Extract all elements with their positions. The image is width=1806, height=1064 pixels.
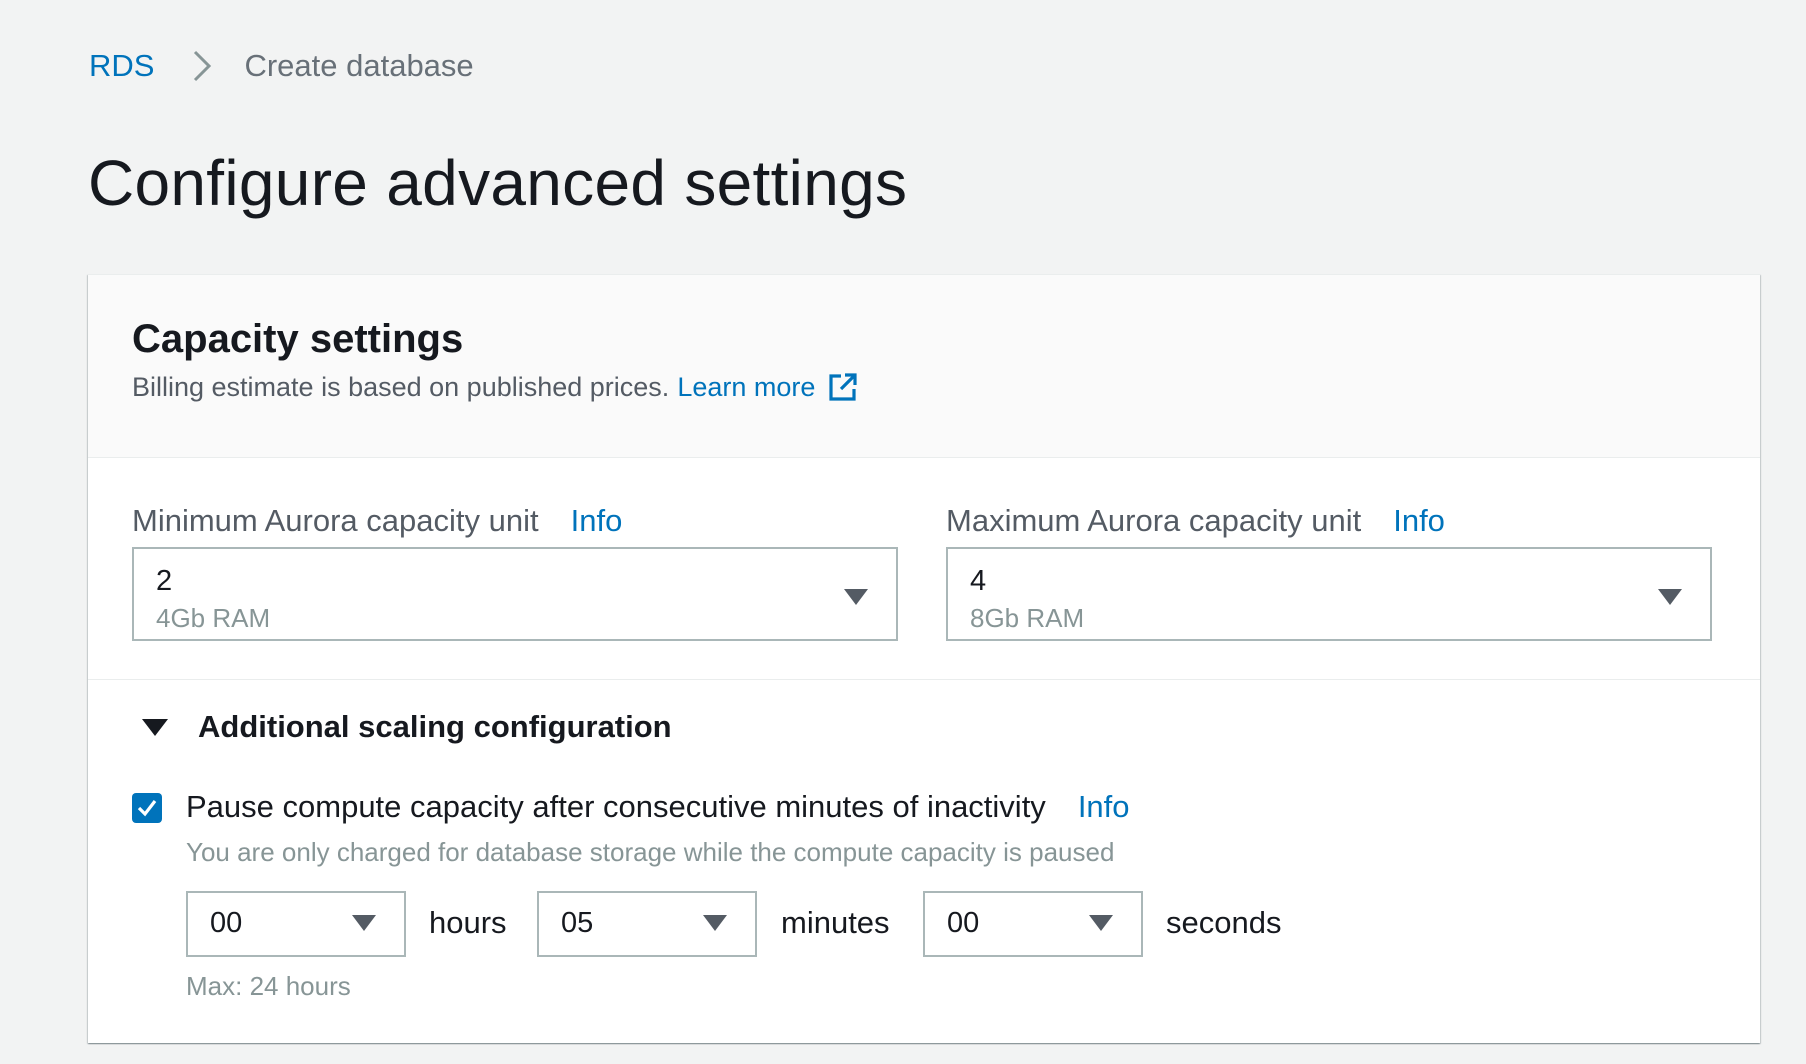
pause-capacity-label: Pause compute capacity after consecutive… [186, 789, 1130, 825]
page-title: Configure advanced settings [88, 147, 908, 219]
minutes-select[interactable]: 05 [537, 891, 757, 957]
max-capacity-label-text: Maximum Aurora capacity unit [946, 503, 1362, 538]
min-capacity-label-text: Minimum Aurora capacity unit [132, 503, 539, 538]
hours-value: 00 [210, 907, 243, 939]
seconds-unit-label: seconds [1166, 905, 1282, 940]
minutes-unit-label: minutes [781, 905, 890, 940]
caret-down-icon [1089, 915, 1113, 931]
pause-capacity-label-text: Pause compute capacity after consecutive… [186, 789, 1046, 824]
max-hours-note: Max: 24 hours [186, 971, 351, 1001]
caret-down-icon [844, 589, 868, 605]
pause-capacity-description: You are only charged for database storag… [186, 837, 1115, 867]
seconds-value: 00 [947, 907, 980, 939]
min-capacity-label: Minimum Aurora capacity unit Info [132, 503, 622, 539]
caret-down-icon [142, 718, 168, 736]
minutes-value: 05 [561, 907, 594, 939]
seconds-select[interactable]: 00 [923, 891, 1143, 957]
chevron-right-icon [182, 46, 222, 86]
section-divider [88, 679, 1760, 680]
additional-scaling-title: Additional scaling configuration [198, 709, 672, 744]
caret-down-icon [1658, 589, 1682, 605]
min-capacity-ram: 4Gb RAM [156, 603, 271, 633]
min-capacity-select[interactable]: 2 4Gb RAM [132, 547, 898, 641]
max-capacity-info-link[interactable]: Info [1393, 503, 1445, 539]
panel-header: Capacity settings Billing estimate is ba… [88, 275, 1760, 458]
caret-down-icon [352, 915, 376, 931]
max-capacity-label: Maximum Aurora capacity unit Info [946, 503, 1445, 539]
min-capacity-value: 2 [156, 565, 173, 597]
caret-down-icon [703, 915, 727, 931]
panel-description: Billing estimate is based on published p… [132, 371, 859, 403]
learn-more-link[interactable]: Learn more [677, 372, 815, 403]
max-capacity-value: 4 [970, 565, 987, 597]
pause-capacity-checkbox[interactable] [132, 793, 162, 823]
breadcrumb-rds-link[interactable]: RDS [89, 48, 154, 84]
billing-description: Billing estimate is based on published p… [132, 371, 670, 402]
pause-capacity-info-link[interactable]: Info [1078, 789, 1130, 825]
max-capacity-select[interactable]: 4 8Gb RAM [946, 547, 1712, 641]
hours-unit-label: hours [429, 905, 507, 940]
breadcrumb: RDS Create database [89, 46, 474, 86]
panel-title: Capacity settings [132, 317, 464, 361]
additional-scaling-expander[interactable]: Additional scaling configuration [142, 709, 672, 745]
min-capacity-info-link[interactable]: Info [571, 503, 623, 539]
check-icon [137, 800, 157, 817]
max-capacity-ram: 8Gb RAM [970, 603, 1085, 633]
breadcrumb-current: Create database [244, 48, 474, 83]
external-link-icon[interactable] [827, 371, 859, 403]
hours-select[interactable]: 00 [186, 891, 406, 957]
capacity-settings-panel: Capacity settings Billing estimate is ba… [88, 274, 1760, 1043]
